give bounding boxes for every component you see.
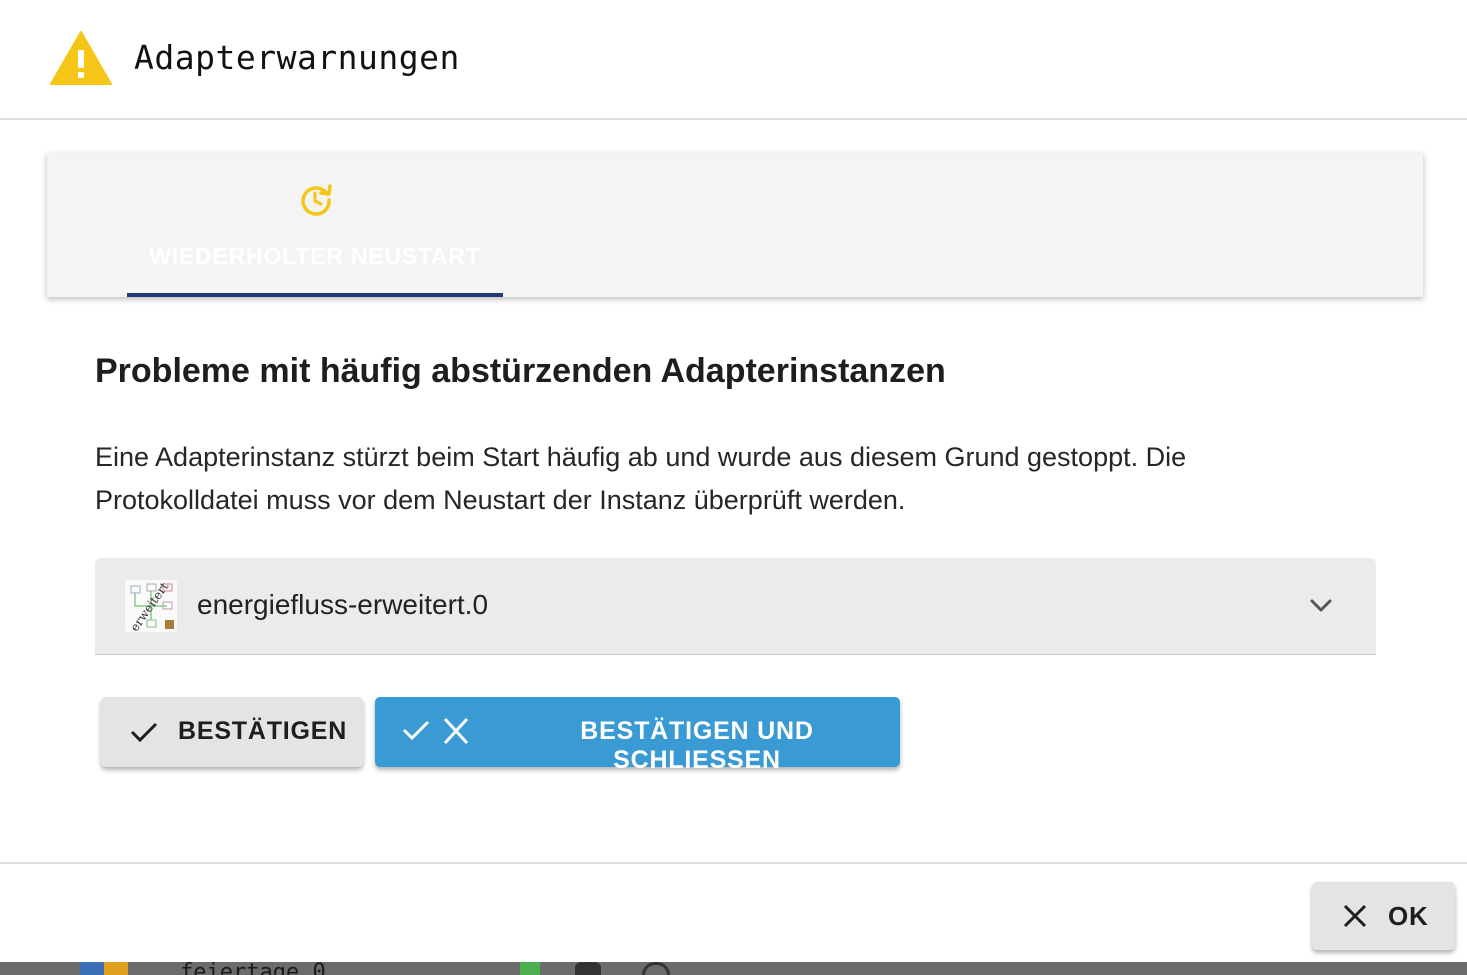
section-heading: Probleme mit häufig abstürzenden Adapter… xyxy=(95,352,946,390)
check-icon xyxy=(402,720,430,741)
confirm-button[interactable]: BESTÄTIGEN xyxy=(101,697,363,767)
background-instance-name: feiertage.0 xyxy=(180,962,326,975)
ok-button-label: OK xyxy=(1388,901,1429,931)
chevron-down-icon[interactable] xyxy=(1307,594,1335,618)
check-icon xyxy=(130,722,158,743)
tab-repeated-restart[interactable]: WIEDERHOLTER NEUSTART xyxy=(127,153,503,297)
background-adapter-logo-accent xyxy=(104,962,128,975)
confirm-and-close-button-label: BESTÄTIGEN UND SCHLIESSEN xyxy=(580,717,814,774)
section-description: Eine Adapterinstanz stürzt beim Start hä… xyxy=(95,442,1187,515)
dialog-footer: OK xyxy=(0,862,1467,962)
background-status-bar xyxy=(520,962,540,975)
ok-button[interactable]: OK xyxy=(1312,882,1455,950)
confirm-button-label: BESTÄTIGEN xyxy=(178,717,348,745)
confirm-and-close-button[interactable]: BESTÄTIGEN UND SCHLIESSEN xyxy=(375,697,900,774)
instance-select[interactable]: erweitert energiefluss-erweitert.0 xyxy=(95,558,1376,655)
adapter-warnings-dialog: Adapterwarnungen WIEDERHOLTER NEUSTART P… xyxy=(0,0,1467,962)
adapter-logo: erweitert xyxy=(125,580,177,632)
close-icon xyxy=(1343,904,1367,928)
tabs-bar: WIEDERHOLTER NEUSTART xyxy=(47,153,1423,297)
background-action-icon xyxy=(575,962,601,975)
instance-name: energiefluss-erweitert.0 xyxy=(197,589,489,620)
warning-icon xyxy=(50,31,112,85)
dialog-title: Adapterwarnungen xyxy=(134,38,460,77)
background-instance-row: feiertage.0 xyxy=(0,962,1467,975)
close-icon xyxy=(443,717,469,745)
tab-active-indicator xyxy=(127,293,503,297)
tab-label: WIEDERHOLTER NEUSTART xyxy=(149,243,481,269)
background-restart-icon xyxy=(642,962,670,975)
restart-clock-icon xyxy=(301,184,332,216)
dialog-header: Adapterwarnungen xyxy=(0,0,1467,120)
